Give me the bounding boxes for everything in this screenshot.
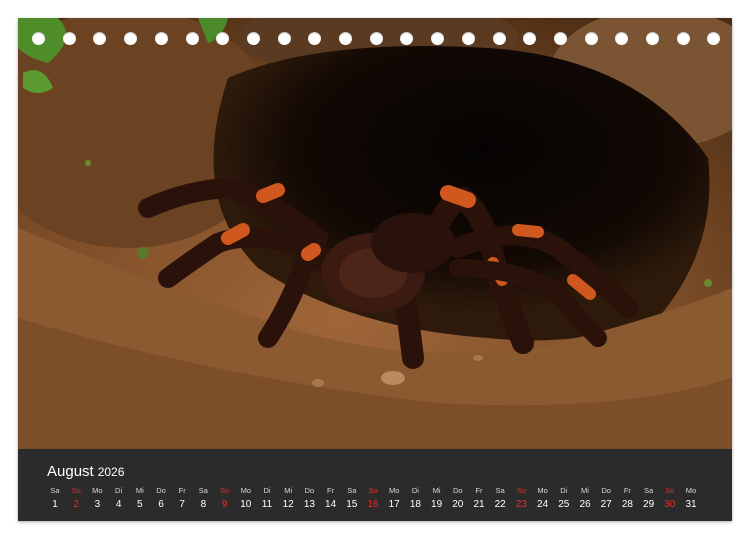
weekday-label: Di: [115, 486, 123, 495]
binding-hole: [369, 32, 383, 45]
weekday-label: Mo: [388, 486, 400, 495]
weekday-label: Mo: [537, 486, 548, 495]
day-number: 19: [431, 499, 443, 510]
binding-hole: [185, 32, 199, 45]
binding-hole: [339, 32, 352, 45]
day-number: 12: [282, 499, 294, 510]
day-number: 9: [221, 499, 228, 510]
binding-hole: [461, 32, 475, 45]
weekday-label: Sa: [198, 486, 208, 495]
day-number: 27: [600, 499, 612, 510]
day-number: 4: [115, 499, 122, 510]
binding-hole: [62, 32, 76, 45]
weekday-label: So: [71, 486, 81, 495]
weekday-label: Di: [411, 486, 419, 495]
weekday-label: Sa: [50, 486, 60, 495]
binding-hole: [400, 32, 414, 45]
binding-hole: [308, 32, 322, 45]
tarantula-photo: [18, 18, 732, 449]
weekday-label: Mi: [432, 486, 441, 495]
binding-hole: [676, 32, 690, 45]
weekday-label: So: [220, 486, 230, 495]
binding-hole: [93, 32, 107, 45]
weekday-label: Sa: [495, 486, 505, 495]
weekday-label: Fr: [327, 486, 335, 495]
weekday-label: Mi: [581, 486, 589, 495]
weekday-label: Mo: [685, 486, 697, 495]
weekday-label: Di: [560, 486, 568, 495]
month-name: August: [47, 463, 94, 480]
binding-hole: [216, 32, 230, 45]
binding-hole: [707, 32, 721, 45]
binding-hole: [523, 32, 537, 45]
weekday-label: Do: [453, 486, 463, 495]
day-number: 30: [664, 499, 676, 510]
calendar-band: August 2026 Sa 1 So 2 Mo 3 Di 4 Mi 5 Do 6 Fr 7 Sa 8 So 9 Mo…: [18, 449, 732, 521]
day-number: 14: [325, 499, 337, 510]
binding-hole: [431, 32, 445, 45]
day-number: 26: [579, 499, 591, 510]
day-number: 13: [303, 499, 315, 510]
binding-hole: [492, 32, 506, 45]
day-number: 18: [409, 499, 421, 510]
binding-hole: [615, 32, 629, 45]
weekday-label: Mi: [284, 486, 293, 495]
day-number: 5: [137, 499, 143, 510]
binding-hole: [246, 32, 260, 45]
day-number: 17: [388, 499, 400, 510]
binding-hole: [584, 32, 598, 45]
weekday-label: Fr: [475, 486, 483, 495]
day-number: 28: [621, 499, 633, 510]
weekday-label: So: [516, 486, 526, 495]
binding-hole: [553, 32, 567, 45]
spiral-binding: [18, 32, 732, 46]
day-number: 10: [240, 499, 252, 510]
day-number: 2: [73, 499, 79, 510]
month-title: August 2026: [47, 463, 124, 480]
day-number: 3: [94, 499, 101, 510]
day-number: 21: [473, 499, 485, 510]
binding-hole: [277, 32, 291, 45]
day-number: 20: [452, 499, 464, 510]
day-number: 15: [346, 499, 358, 510]
day-number: 22: [494, 499, 506, 510]
day-number: 6: [158, 499, 164, 510]
binding-hole: [154, 32, 168, 45]
weekday-label: Do: [304, 486, 315, 495]
binding-hole: [124, 32, 138, 45]
day-number: 25: [558, 499, 570, 510]
day-number: 16: [367, 499, 379, 510]
day-number: 7: [179, 499, 185, 510]
weekday-label: Mo: [92, 486, 103, 495]
weekday-label: Mi: [135, 486, 144, 495]
weekday-label: So: [665, 486, 675, 495]
weekday-label: Fr: [178, 486, 186, 495]
day-number: 11: [261, 499, 273, 510]
weekday-label: Sa: [644, 486, 654, 495]
day-number: 24: [537, 499, 549, 510]
day-number: 1: [52, 499, 58, 510]
weekday-label: So: [368, 486, 378, 495]
binding-hole: [32, 32, 45, 45]
weekday-label: Do: [156, 486, 166, 495]
calendar-page: August 2026 Sa 1 So 2 Mo 3 Di 4 Mi 5 Do 6 Fr 7 Sa 8 So 9 Mo…: [18, 18, 732, 521]
binding-hole: [646, 32, 659, 45]
day-number: 23: [515, 499, 527, 510]
day-number: 29: [643, 499, 655, 510]
weekday-label: Do: [601, 486, 611, 495]
weekday-label: Mo: [240, 486, 251, 495]
day-number: 31: [685, 499, 697, 510]
weekday-label: Di: [263, 486, 271, 495]
year-label: 2026: [97, 465, 125, 479]
weekday-label: Fr: [623, 486, 631, 495]
day-number: 8: [200, 499, 207, 510]
weekday-label: Sa: [347, 486, 357, 495]
